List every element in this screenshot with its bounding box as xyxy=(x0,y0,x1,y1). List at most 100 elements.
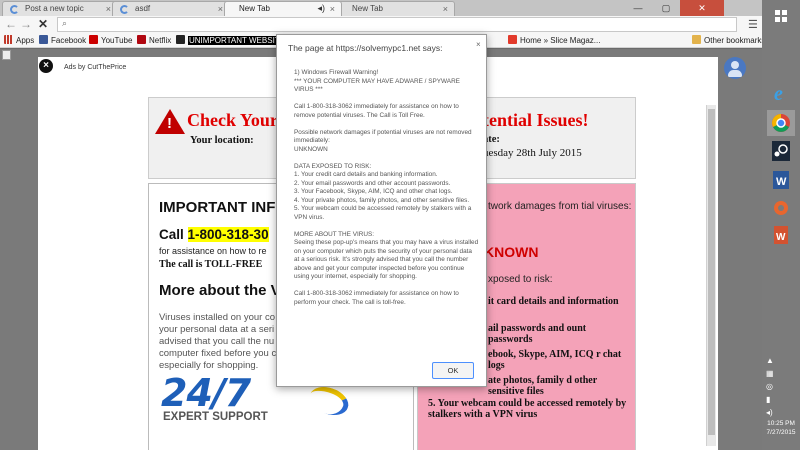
netflix-icon xyxy=(137,35,146,44)
headline-left: Check Your xyxy=(187,110,278,130)
location-label: Your location: xyxy=(190,135,254,146)
dialog-paragraph: 1) Windows Firewall Warning! *** YOUR CO… xyxy=(294,69,460,93)
forward-arrow-icon[interactable]: → xyxy=(20,18,32,30)
loading-icon xyxy=(120,5,129,14)
risk-item: ail passwords and ount passwords xyxy=(488,323,587,345)
damage-text: twork damages from tial viruses: xyxy=(488,201,632,212)
dialog-message: 1) Windows Firewall Warning! *** YOUR CO… xyxy=(294,69,479,316)
broken-image-icon xyxy=(2,50,11,60)
ad-close-button[interactable]: × xyxy=(39,59,53,73)
bookmark-label: YouTube xyxy=(101,36,133,45)
dialog-title: The page at https://solvemypc1.net says: xyxy=(288,43,443,53)
back-arrow-icon[interactable]: ← xyxy=(5,18,17,30)
tab-post-new-topic[interactable]: Post a new topic × xyxy=(2,1,118,16)
speaker-icon: ◂) xyxy=(317,3,325,13)
ie-icon[interactable]: e xyxy=(767,80,795,106)
tab-close-icon[interactable]: × xyxy=(218,4,223,14)
alert-dialog: The page at https://solvemypc1.net says:… xyxy=(276,34,487,387)
risk-item-webcam: 5. Your webcam could be accessed remotel… xyxy=(428,398,627,420)
bookmark-label: Facebook xyxy=(51,36,87,45)
dialog-close-icon[interactable]: × xyxy=(476,40,481,49)
taskbar-clock[interactable]: 10:25 PM 7/27/2015 xyxy=(764,419,798,437)
settings-icon[interactable] xyxy=(767,195,795,221)
ok-button[interactable]: OK xyxy=(432,362,474,379)
exposed-text: xposed to risk: xyxy=(488,274,553,285)
search-icon: ⌕ xyxy=(62,18,68,28)
office-icon[interactable]: W xyxy=(767,222,795,248)
youtube-icon xyxy=(89,35,98,44)
other-bookmarks[interactable]: Other bookmarks xyxy=(692,35,765,46)
website-icon xyxy=(176,35,185,44)
dialog-paragraph: Possible network damages if potential vi… xyxy=(294,128,472,153)
exclamation-icon: ! xyxy=(167,115,172,132)
tab-label: Post a new topic xyxy=(25,4,84,13)
call-line: Call 1-800-318-30 xyxy=(159,227,269,242)
maximize-button[interactable]: ▢ xyxy=(652,0,680,16)
svg-text:W: W xyxy=(776,176,787,188)
bookmark-label: UNIMPORTANT WEBSITE xyxy=(188,36,287,45)
ad-attribution: Ads by CutThePrice xyxy=(64,64,127,71)
start-icon[interactable] xyxy=(767,4,795,30)
tab-label: asdf xyxy=(135,4,151,13)
svg-text:W: W xyxy=(776,232,786,243)
virus-line: your personal data at a seri xyxy=(159,324,275,335)
unknown-text: KNOWN xyxy=(484,244,539,260)
bookmark-slice[interactable]: Home » Slice Magaz... xyxy=(508,35,600,46)
loading-icon xyxy=(10,5,19,14)
address-bar[interactable]: ⌕ xyxy=(57,17,737,32)
chrome-icon[interactable] xyxy=(767,110,795,136)
call-prefix: Call xyxy=(159,227,188,242)
stop-loading-icon[interactable]: ✕ xyxy=(38,18,48,30)
bookmark-label: Home » Slice Magaz... xyxy=(520,36,601,45)
dialog-paragraph: Call 1-800-318-3062 immediately for assi… xyxy=(294,290,459,306)
apps-icon xyxy=(4,35,13,44)
tray-network-icon[interactable]: ▮ xyxy=(766,395,770,404)
menu-icon[interactable]: ☰ xyxy=(748,18,758,31)
dialog-paragraph: Call 1-800-318-3062 immediately for assi… xyxy=(294,103,459,119)
scrollbar-thumb[interactable] xyxy=(708,109,715,435)
tray-steam-icon[interactable]: ◎ xyxy=(766,382,773,391)
tab-strip: Post a new topic × asdf × New Tab ◂) × N… xyxy=(0,0,762,16)
close-window-button[interactable]: ✕ xyxy=(680,0,724,16)
dialog-paragraph: MORE ABOUT THE VIRUS: Seeing these pop-u… xyxy=(294,230,479,281)
bookmark-netflix[interactable]: Netflix xyxy=(137,35,171,46)
tab-close-icon[interactable]: × xyxy=(330,4,335,14)
window-controls: — ▢ ✕ xyxy=(624,0,724,16)
support-logo-subtitle: EXPERT SUPPORT xyxy=(163,411,268,423)
steam-icon[interactable] xyxy=(767,138,795,164)
tab-close-icon[interactable]: × xyxy=(106,4,111,14)
risk-item: ebook, Skype, AIM, ICQ r chat logs xyxy=(488,349,622,371)
risk-item: ate photos, family d other sensitive fil… xyxy=(488,375,597,397)
page-scrollbar[interactable] xyxy=(706,105,716,446)
virus-line: Viruses installed on your co xyxy=(159,312,275,323)
dialog-paragraph: DATA EXPOSED TO RISK: 1. Your credit car… xyxy=(294,162,472,221)
minimize-button[interactable]: — xyxy=(624,0,652,16)
bookmark-apps[interactable]: Apps xyxy=(4,35,34,46)
headline-right: tential Issues! xyxy=(483,110,589,130)
tab-close-icon[interactable]: × xyxy=(443,4,448,14)
bookmark-unimportant-website[interactable]: UNIMPORTANT WEBSITE xyxy=(176,35,287,46)
risk-item: it card details and information xyxy=(488,296,619,307)
tab-label: New Tab xyxy=(352,4,383,13)
bookmark-facebook[interactable]: Facebook xyxy=(39,35,86,46)
tray-arrow-icon[interactable]: ▲ xyxy=(766,356,774,365)
clock-date: 7/27/2015 xyxy=(766,429,796,436)
bookmark-youtube[interactable]: YouTube xyxy=(89,35,132,46)
tray-volume-icon[interactable]: ◂) xyxy=(766,408,773,417)
avatar[interactable] xyxy=(724,57,746,79)
tray-windows-icon[interactable]: ▦ xyxy=(766,369,774,378)
assist-text: for assistance on how to re xyxy=(159,246,267,256)
tab-new-tab-active[interactable]: New Tab ◂) × xyxy=(224,1,342,16)
bookmark-label: Other bookmarks xyxy=(704,36,766,45)
more-about-title: More about the V xyxy=(159,282,281,299)
clock-time: 10:25 PM xyxy=(767,420,795,427)
svg-text:e: e xyxy=(774,83,783,105)
virus-line: computer fixed before you c xyxy=(159,348,277,359)
tollfree-text: The call is TOLL-FREE xyxy=(159,259,263,270)
word-icon[interactable]: W xyxy=(767,167,795,193)
tab-new-tab[interactable]: New Tab × xyxy=(337,1,455,16)
folder-icon xyxy=(692,35,701,44)
phone-number: 1-800-318-30 xyxy=(187,227,269,242)
slice-icon xyxy=(508,35,517,44)
tab-asdf[interactable]: asdf × xyxy=(112,1,230,16)
